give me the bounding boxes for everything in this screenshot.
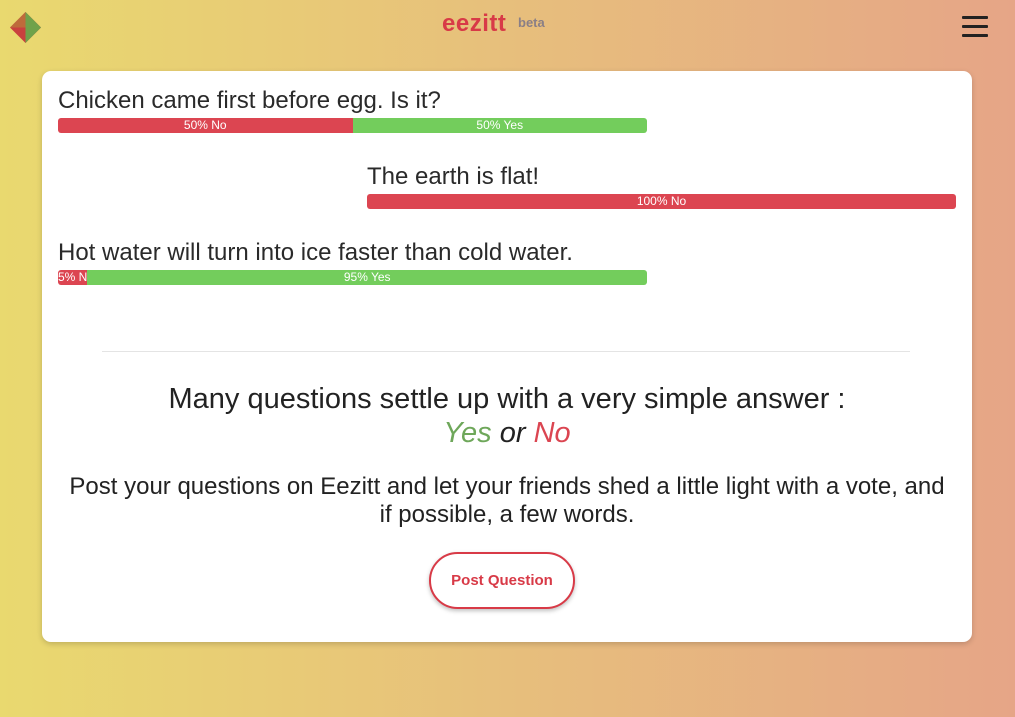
vote-bar[interactable]: 5% No 95% Yes: [58, 270, 647, 285]
question-item: Chicken came first before egg. Is it? 50…: [58, 87, 648, 133]
diamond-logo-icon[interactable]: [10, 12, 41, 43]
question-text[interactable]: Chicken came first before egg. Is it?: [58, 87, 648, 115]
or-word: or: [499, 417, 526, 449]
divider: [102, 351, 910, 352]
yes-or-no-line: Yes or No: [42, 417, 972, 450]
vote-no-segment: 5% No: [58, 270, 88, 285]
question-item: Hot water will turn into ice faster than…: [58, 239, 647, 285]
yes-word: Yes: [443, 417, 492, 449]
hero-tagline: Many questions settle up with a very sim…: [168, 383, 846, 415]
no-word: No: [533, 417, 571, 449]
question-item: The earth is flat! 100% No: [367, 163, 957, 209]
post-question-button[interactable]: Post Question: [429, 552, 575, 609]
brand-name[interactable]: eezitt: [442, 10, 506, 38]
vote-bar[interactable]: 50% No 50% Yes: [58, 118, 647, 133]
hero-description: Post your questions on Eezitt and let yo…: [69, 473, 945, 528]
hamburger-menu-icon[interactable]: [962, 14, 990, 38]
vote-no-segment: 50% No: [58, 118, 353, 133]
vote-no-segment: 100% No: [367, 194, 956, 209]
question-text[interactable]: Hot water will turn into ice faster than…: [58, 239, 598, 267]
vote-yes-segment: 95% Yes: [87, 270, 647, 285]
navbar: eezitt beta: [0, 0, 1015, 54]
beta-badge: beta: [518, 15, 545, 30]
vote-bar[interactable]: 100% No: [367, 194, 956, 209]
question-text[interactable]: The earth is flat!: [367, 163, 957, 191]
vote-yes-segment: 50% Yes: [352, 118, 647, 133]
main-card: Chicken came first before egg. Is it? 50…: [42, 71, 972, 642]
